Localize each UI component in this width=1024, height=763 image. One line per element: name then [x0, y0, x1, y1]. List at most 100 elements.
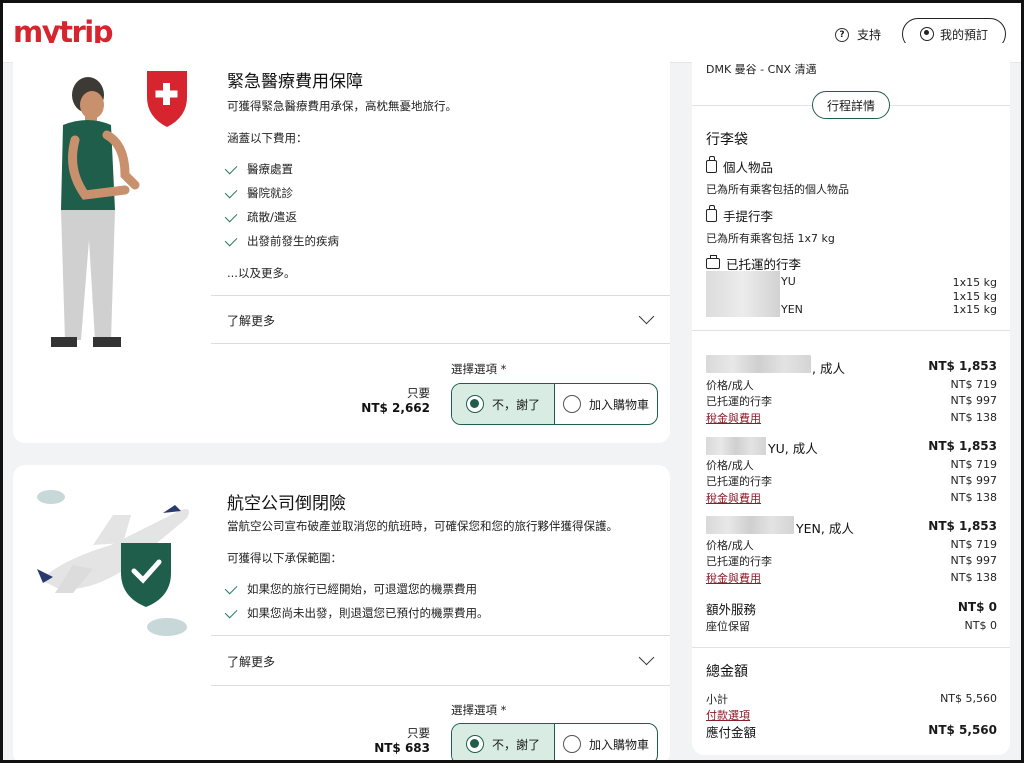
airline-select-label: 選擇選項 *	[451, 703, 507, 717]
passenger-total: NT$ 1,853	[928, 519, 997, 533]
tax-fees-link[interactable]: 稅金與費用	[706, 410, 761, 426]
airline-learn-more[interactable]: 了解更多	[227, 653, 275, 670]
airline-cover-label: 可獲得以下承保範圍：	[227, 551, 342, 565]
fare-value: NT$ 719	[950, 538, 997, 551]
passenger-name: YU, 成人	[768, 441, 818, 456]
passenger-total: NT$ 1,853	[928, 359, 997, 373]
fare-value: NT$ 719	[950, 378, 997, 391]
chevron-down-icon[interactable]	[638, 308, 655, 325]
amount-due-value: NT$ 5,560	[928, 723, 997, 737]
route-text: DMK 曼谷 - CNX 清邁	[706, 63, 817, 76]
airline-card-subtitle: 當航空公司宣布破產並取消您的航班時，可確保您和您的旅行夥伴獲得保護。	[227, 519, 618, 533]
passenger-name: , 成人	[812, 361, 845, 376]
medical-option-toggle: 不，謝了 加入購物車	[451, 383, 658, 425]
checked-name: YEN	[781, 303, 803, 316]
check-icon	[224, 581, 238, 594]
subtotal-value: NT$ 5,560	[940, 692, 997, 705]
check-icon	[224, 185, 238, 198]
divider	[211, 295, 670, 296]
my-booking-label: 我的預訂	[939, 27, 988, 42]
radio-selected	[465, 735, 484, 753]
airline-option-toggle: 不，謝了 加入購物車	[451, 723, 658, 760]
list-item: 醫院就診	[224, 181, 339, 205]
check-icon	[224, 233, 238, 246]
tax-value: NT$ 138	[950, 411, 997, 424]
trip-details-button[interactable]: 行程詳情	[812, 91, 890, 119]
airline-cover-list: 如果您的旅行已經開始，可退還您的機票費用 如果您尚未出發，則退還您已預付的機票費…	[224, 577, 489, 625]
bag-label: 已托運的行李	[706, 395, 772, 408]
carry-on-desc: 已為所有乘客包括 1x7 kg	[706, 232, 835, 245]
check-icon	[224, 161, 238, 174]
airplane-shield-illustration	[37, 490, 189, 636]
redacted-name	[706, 271, 780, 317]
radio-unselected	[562, 395, 581, 413]
medical-price: 只要 NT$ 2,662	[361, 386, 430, 415]
subtotal-label: 小計	[706, 693, 728, 706]
bag-label: 已托運的行李	[706, 555, 772, 568]
user-icon	[919, 27, 934, 41]
tax-value: NT$ 138	[950, 571, 997, 584]
list-item: 疏散/遣返	[224, 205, 339, 229]
support-link[interactable]: ? 支持	[835, 26, 881, 43]
medical-card-subtitle: 可獲得緊急醫療費用承保，高枕無憂地旅行。	[227, 99, 457, 113]
list-item: 出發前發生的疾病	[224, 229, 339, 253]
airline-insolvency-card: 航空公司倒閉險 當航空公司宣布破產並取消您的航班時，可確保您和您的旅行夥伴獲得保…	[13, 465, 670, 760]
radio-unselected	[562, 735, 581, 753]
carry-on-heading: 手提行李	[706, 205, 773, 225]
check-icon	[224, 605, 238, 618]
medical-option-add[interactable]: 加入購物車	[554, 384, 657, 424]
fare-value: NT$ 719	[950, 458, 997, 471]
bag-value: NT$ 997	[950, 554, 997, 567]
bag-label: 已托運的行李	[706, 475, 772, 488]
price-summary-sidebar: DMK 曼谷 - CNX 清邁 行程詳情 行李袋 個人物品 已為所有乘客包括的個…	[692, 43, 1010, 755]
payment-options-link[interactable]: 付款選項	[706, 707, 750, 723]
fare-label: 价格/成人	[706, 379, 754, 392]
bag-value: NT$ 997	[950, 394, 997, 407]
chevron-down-icon[interactable]	[638, 649, 655, 666]
tax-value: NT$ 138	[950, 491, 997, 504]
baggage-title: 行李袋	[706, 132, 748, 148]
list-item: 如果您的旅行已經開始，可退還您的機票費用	[224, 577, 489, 601]
checked-weight: 1x15 kg	[952, 290, 997, 303]
passenger-price-block	[706, 516, 794, 537]
medical-option-no[interactable]: 不，謝了	[452, 384, 554, 424]
extras-title: 額外服務	[706, 602, 757, 617]
tax-fees-link[interactable]: 稅金與費用	[706, 570, 761, 586]
airline-price: 只要 NT$ 683	[374, 726, 430, 755]
airline-card-title: 航空公司倒閉險	[227, 494, 346, 514]
person-on-phone-illustration	[51, 71, 187, 347]
help-icon: ?	[835, 27, 849, 42]
radio-selected	[465, 395, 484, 413]
airline-option-add[interactable]: 加入購物車	[554, 724, 657, 760]
medical-insurance-card: 緊急醫療費用保障 可獲得緊急醫療費用承保，高枕無憂地旅行。 涵蓋以下費用： 醫療…	[13, 43, 670, 443]
bag-value: NT$ 997	[950, 474, 997, 487]
redacted-name	[706, 437, 766, 455]
fare-label: 价格/成人	[706, 459, 754, 472]
medical-select-label: 選擇選項 *	[451, 362, 507, 376]
checked-weight: 1x15 kg	[952, 276, 997, 289]
total-title: 總金額	[706, 664, 748, 680]
tax-fees-link[interactable]: 稅金與費用	[706, 490, 761, 506]
fare-label: 价格/成人	[706, 539, 754, 552]
support-label: 支持	[857, 28, 882, 42]
suitcase-icon	[706, 255, 720, 269]
personal-bag-icon	[706, 156, 717, 173]
medical-learn-more[interactable]: 了解更多	[227, 312, 275, 329]
divider	[211, 635, 670, 636]
medical-cover-label: 涵蓋以下費用：	[227, 131, 308, 145]
list-item: 醫療處置	[224, 157, 339, 181]
redacted-name	[706, 355, 811, 373]
passenger-total: NT$ 1,853	[928, 439, 997, 453]
passenger-name: YEN, 成人	[796, 521, 854, 536]
check-icon	[224, 209, 238, 222]
extras-total: NT$ 0	[957, 600, 997, 614]
medical-more-text: ...以及更多。	[227, 266, 296, 280]
passenger-price-block	[706, 355, 811, 376]
divider	[692, 647, 1010, 648]
divider	[211, 685, 670, 686]
carry-on-bag-icon	[706, 205, 717, 222]
divider	[692, 330, 1010, 331]
airline-option-no[interactable]: 不，謝了	[452, 724, 554, 760]
personal-item-heading: 個人物品	[706, 156, 773, 176]
medical-card-title: 緊急醫療費用保障	[227, 72, 363, 92]
